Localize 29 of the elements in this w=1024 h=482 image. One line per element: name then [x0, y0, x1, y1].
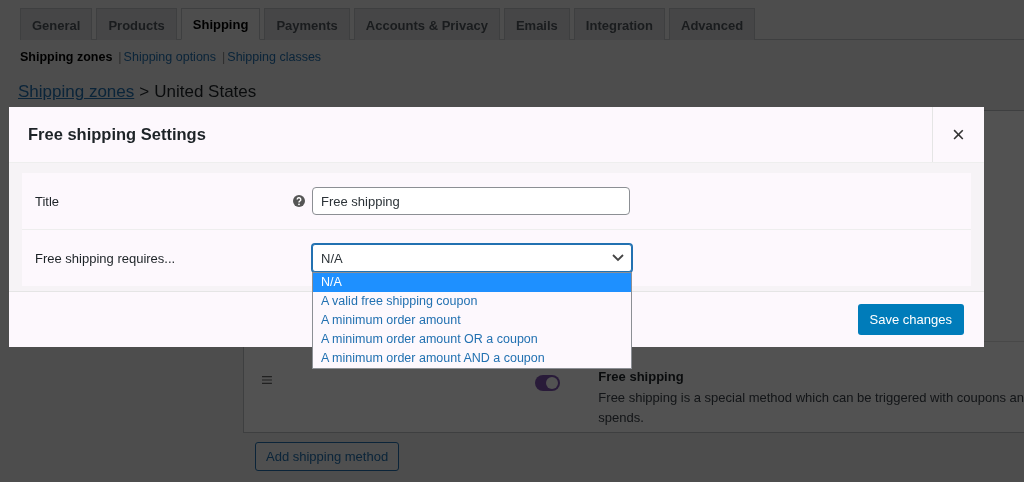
breadcrumb-separator: > — [139, 82, 150, 102]
dialog-title: Free shipping Settings — [28, 125, 207, 144]
dropdown-option[interactable]: A minimum order amount AND a coupon — [313, 349, 631, 368]
subnav-link[interactable]: Shipping zones — [20, 50, 113, 64]
method-description: Free shipping is a special method which can be triggered with coupons an — [598, 389, 1024, 407]
zone-name: United States — [154, 82, 257, 102]
add-shipping-method-button[interactable]: Add shipping method — [255, 442, 400, 471]
method-title: Free shipping — [598, 369, 685, 384]
requirement-select[interactable]: N/A — [312, 244, 632, 272]
settings-tab[interactable]: Shipping — [180, 8, 261, 40]
enable-toggle[interactable] — [534, 375, 561, 391]
subnav-link[interactable]: Shipping options — [123, 50, 217, 64]
subnav-separator: | — [222, 50, 226, 64]
subnav-link[interactable]: Shipping classes — [227, 50, 322, 64]
breadcrumb-link[interactable]: Shipping zones — [18, 82, 135, 102]
dropdown-option[interactable]: A valid free shipping coupon — [313, 292, 631, 311]
save-changes-button[interactable]: Save changes — [857, 304, 964, 335]
field-label: Title — [35, 193, 61, 209]
caret-icon — [612, 254, 624, 262]
drag-handle-icon[interactable] — [262, 375, 272, 385]
subnav-separator: | — [118, 50, 122, 64]
dropdown-option[interactable]: A minimum order amount — [313, 311, 631, 330]
dropdown-option[interactable]: N/A — [313, 273, 631, 292]
method-description: spends. — [598, 409, 645, 427]
field-label: Free shipping requires... — [35, 250, 177, 266]
close-button[interactable]: × — [932, 107, 984, 162]
title-input[interactable]: Free shipping — [312, 187, 630, 215]
help-icon[interactable] — [293, 195, 305, 207]
dropdown-option[interactable]: A minimum order amount OR a coupon — [313, 330, 631, 349]
